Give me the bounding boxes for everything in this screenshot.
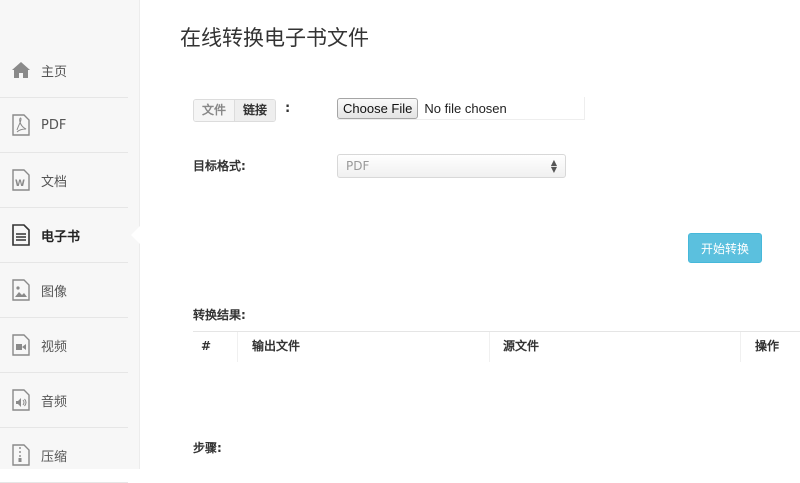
target-format-label: 目标格式: [193,159,246,173]
sidebar-item-ebook[interactable]: 电子书 [0,208,128,263]
sidebar-item-image[interactable]: 图像 [0,263,128,318]
source-tabs: 文件 链接 [193,99,277,122]
column-header: 输出文件 [237,332,300,362]
sidebar: 主页 PDF W 文档 电子书 图像 视频 音频 压缩 [0,0,140,483]
sidebar-item-video[interactable]: 视频 [0,318,128,373]
target-format-value: PDF [346,159,370,173]
start-convert-button[interactable]: 开始转换 [688,233,762,263]
word-file-icon: W [10,168,32,192]
sidebar-item-label: 压缩 [41,449,68,465]
zip-file-icon [10,443,32,467]
select-arrows-icon: ▲ ▼ [550,158,557,174]
column-header: # [201,339,212,353]
audio-file-icon [10,388,32,412]
active-indicator [131,226,140,244]
file-input[interactable]: Choose File No file chosen [337,97,585,120]
steps-label: 步骤: [193,441,222,455]
tab-file[interactable]: 文件 [194,100,235,121]
column-header: 源文件 [489,332,539,362]
pdf-file-icon [10,113,32,137]
sidebar-item-audio[interactable]: 音频 [0,373,128,428]
sidebar-item-label: 主页 [41,64,68,80]
sidebar-item-label: 文档 [41,174,68,190]
video-file-icon [10,333,32,357]
sidebar-item-home[interactable]: 主页 [0,43,128,98]
page-title: 在线转换电子书文件 [180,26,369,50]
results-label: 转换结果: [193,308,246,322]
sidebar-item-label: PDF [41,117,67,133]
choose-file-button[interactable]: Choose File [337,97,419,119]
svg-text:W: W [15,179,25,189]
sidebar-item-label: 音频 [41,394,68,410]
home-icon [10,58,32,82]
sidebar-item-label: 图像 [41,284,68,300]
sidebar-item-archive[interactable]: 压缩 [0,428,128,483]
column-header: 操作 [740,332,779,362]
tab-link[interactable]: 链接 [234,100,276,121]
file-status: No file chosen [424,100,507,116]
image-file-icon [10,278,32,302]
sidebar-item-label: 电子书 [41,229,81,245]
sidebar-item-documents[interactable]: W 文档 [0,153,128,208]
sidebar-item-pdf[interactable]: PDF [0,98,128,153]
results-table: # 输出文件 源文件 操作 [193,331,800,362]
ebook-file-icon [10,223,32,247]
sidebar-item-label: 视频 [41,339,68,355]
source-colon: : [285,101,291,116]
target-format-select[interactable]: PDF ▲ ▼ [337,154,566,178]
